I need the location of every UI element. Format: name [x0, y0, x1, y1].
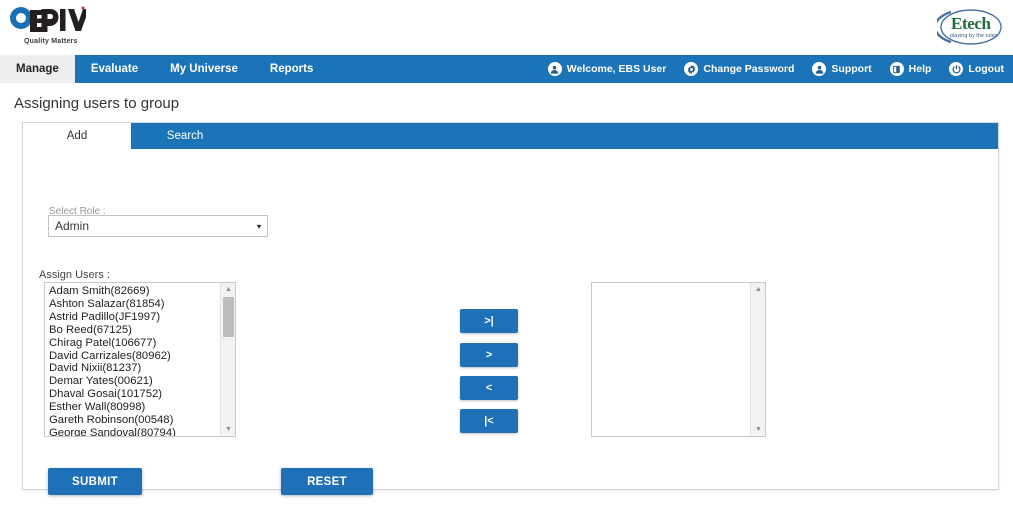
nav-item-my-universe[interactable]: My Universe [154, 55, 254, 83]
panel-tabs: Add Search [23, 122, 998, 149]
list-item[interactable]: Bo Reed(67125) [49, 324, 220, 337]
nav-help[interactable]: Help [881, 62, 941, 76]
list-item[interactable]: Dhaval Gosai(101752) [49, 388, 220, 401]
nav-support-label: Support [831, 63, 872, 75]
transfer-left-wrap: < [460, 376, 518, 400]
submit-button[interactable]: SUBMIT [48, 468, 142, 495]
scrollbar-thumb[interactable] [223, 297, 234, 337]
tab-add-label: Add [66, 130, 88, 142]
reset-button[interactable]: RESET [281, 468, 373, 495]
main-navigation: Manage Evaluate My Universe Reports Welc… [0, 55, 1013, 83]
panel-body: Select Role : Admin ▾ Assign Users : Ada… [23, 149, 998, 495]
nav-item-evaluate[interactable]: Evaluate [75, 55, 154, 83]
list-item[interactable]: David Nixii(81237) [49, 362, 220, 375]
nav-item-manage-label: Manage [16, 63, 59, 75]
list-item[interactable]: David Carrizales(80962) [49, 350, 220, 363]
scroll-up-icon[interactable]: ▲ [221, 283, 235, 296]
qeval-logo-icon [10, 6, 86, 32]
scroll-down-icon[interactable]: ▼ [751, 423, 765, 436]
etech-logo-tagline: playing by the rules [950, 33, 998, 39]
transfer-all-left-wrap: |< [460, 409, 518, 433]
nav-logout[interactable]: Logout [940, 62, 1013, 76]
tab-add[interactable]: Add [23, 123, 131, 149]
chevron-down-icon: ▾ [256, 221, 262, 231]
assign-users-label: Assign Users : [39, 269, 110, 281]
select-role-value: Admin [55, 219, 90, 233]
nav-item-manage[interactable]: Manage [0, 55, 75, 83]
transfer-right-wrap: > [460, 343, 518, 367]
nav-help-label: Help [908, 63, 932, 75]
user-icon [547, 62, 562, 76]
list-item[interactable]: Ashton Salazar(81854) [49, 298, 220, 311]
move-left-button[interactable]: < [460, 376, 518, 400]
available-users-items[interactable]: Adam Smith(82669) Ashton Salazar(81854) As… [45, 283, 220, 436]
etech-logo-name: Etech [951, 14, 991, 33]
move-right-button[interactable]: > [460, 343, 518, 367]
list-item[interactable]: Demar Yates(00621) [49, 375, 220, 388]
available-users-scrollbar[interactable]: ▲ ▼ [220, 283, 235, 436]
nav-logout-label: Logout [968, 63, 1004, 75]
list-item[interactable]: Chirag Patel(106677) [49, 337, 220, 350]
available-users-listbox[interactable]: Adam Smith(82669) Ashton Salazar(81854) As… [44, 282, 236, 437]
nav-item-reports-label: Reports [269, 63, 314, 75]
list-item[interactable]: Gareth Robinson(00548) [49, 414, 220, 427]
scroll-down-icon[interactable]: ▼ [221, 423, 235, 436]
page-title: Assigning users to group [14, 95, 180, 112]
nav-support[interactable]: Support [803, 62, 880, 76]
nav-item-my-universe-label: My Universe [170, 63, 238, 75]
list-item[interactable]: Adam Smith(82669) [49, 285, 220, 298]
book-icon [889, 62, 904, 76]
nav-item-evaluate-label: Evaluate [90, 63, 139, 75]
selected-users-items[interactable] [592, 283, 750, 436]
move-all-left-button[interactable]: |< [460, 409, 518, 433]
qeval-logo-tagline: Quality Matters [24, 38, 78, 45]
nav-item-reports[interactable]: Reports [254, 55, 329, 83]
tab-search-label: Search [166, 130, 204, 142]
assign-users-panel: Add Search Select Role : Admin ▾ Assign … [22, 122, 999, 495]
selected-users-scrollbar[interactable]: ▲ ▼ [750, 283, 765, 436]
list-item[interactable]: Astrid Padillo(JF1997) [49, 311, 220, 324]
gear-icon [684, 62, 699, 76]
nav-utility-items: Welcome, EBS User Change Password Suppor… [539, 55, 1013, 83]
nav-change-password[interactable]: Change Password [675, 62, 803, 76]
select-role-dropdown[interactable]: Admin ▾ [48, 215, 268, 237]
list-item[interactable]: George Sandoval(80794) [49, 427, 220, 436]
transfer-buttons-group: >| [460, 309, 518, 333]
nav-welcome-user[interactable]: Welcome, EBS User [539, 62, 676, 76]
support-user-icon [812, 62, 827, 76]
qeval-logo[interactable]: Quality Matters [8, 3, 86, 51]
scroll-up-icon[interactable]: ▲ [751, 283, 765, 296]
top-bar: Quality Matters Etech playing by the rul… [0, 0, 1013, 55]
nav-primary-items: Manage Evaluate My Universe Reports [0, 55, 329, 83]
list-item[interactable]: Esther Wall(80998) [49, 401, 220, 414]
power-icon [949, 62, 964, 76]
selected-users-listbox[interactable]: ▲ ▼ [591, 282, 766, 437]
tab-search[interactable]: Search [131, 123, 239, 149]
etech-logo[interactable]: Etech playing by the rules [933, 6, 1005, 48]
nav-welcome-user-label: Welcome, EBS User [566, 63, 667, 75]
move-all-right-button[interactable]: >| [460, 309, 518, 333]
nav-change-password-label: Change Password [703, 63, 795, 75]
